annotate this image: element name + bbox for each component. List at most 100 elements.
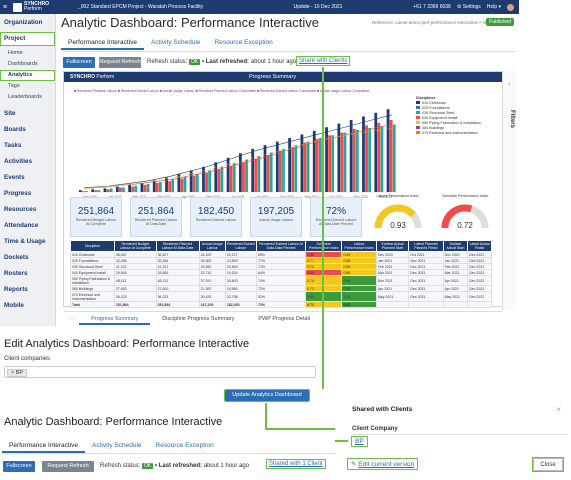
gauge: Labour Performance Index 0.93 xyxy=(368,194,428,239)
gauge-arc: 0.93 xyxy=(374,204,422,230)
sidebar-item-site[interactable]: Site xyxy=(0,106,55,122)
tab-discipline-progress-summary[interactable]: Discipline Progress Summary xyxy=(150,312,246,325)
kpi-card: 197,205 Actual Usage Labour xyxy=(250,197,302,237)
bar xyxy=(254,158,258,192)
bar xyxy=(303,142,307,192)
client-companies-label: Client companies xyxy=(4,356,51,362)
tab-pwp-progress-detail[interactable]: PWP Progress Detail xyxy=(246,312,322,325)
client-company-header: Client Company xyxy=(352,426,398,432)
bar xyxy=(168,181,172,192)
main-tabs-after: Performance Interactive Activity Schedul… xyxy=(2,440,337,454)
gauge-value: 0.93 xyxy=(390,221,406,230)
edit-current-version-link[interactable]: ✎ Edit current version xyxy=(346,458,419,470)
discipline-legend-item[interactable]: 070 Electrical and Instrumentation xyxy=(416,131,500,136)
sidebar-item-time-usage[interactable]: Time & Usage xyxy=(0,234,55,250)
tab-resource-exception[interactable]: Resource Exception xyxy=(149,440,221,453)
table-row: Total 251,864 251,864 197,205 182,450 72% 0.72… xyxy=(70,301,492,308)
bar xyxy=(266,155,270,192)
bar xyxy=(275,141,279,192)
edit-icon: ✎ xyxy=(351,461,357,468)
table-cell: 197,205 xyxy=(198,301,226,308)
close-icon[interactable]: × xyxy=(556,405,561,414)
kpi-card: 251,864 Rendered Budget Labour At Complet… xyxy=(70,197,122,237)
bar xyxy=(337,123,341,192)
sidebar-item-reports[interactable]: Reports xyxy=(0,282,55,298)
request-refresh-button[interactable]: Request Refresh xyxy=(42,461,94,472)
sidebar-item-attendance[interactable]: Attendance xyxy=(0,218,55,234)
sidebar-item-mobile[interactable]: Mobile xyxy=(0,298,55,314)
sidebar-item-project[interactable]: Project xyxy=(0,32,55,46)
collapse-icon[interactable]: ‹ xyxy=(503,82,516,88)
kpi-label: Actual Usage Labour xyxy=(259,218,293,222)
bar xyxy=(263,145,267,192)
table-cell: 74% xyxy=(256,275,307,286)
bar xyxy=(115,186,119,192)
sidebar-item-boards[interactable]: Boards xyxy=(0,122,55,138)
tab-activity-schedule[interactable]: Activity Schedule xyxy=(144,37,208,50)
shared-with-clients-link[interactable]: Shared with 1 Client xyxy=(266,459,326,469)
close-button[interactable]: Close xyxy=(532,457,564,472)
client-companies-field[interactable]: × BP xyxy=(4,366,316,378)
sidebar-item-tags[interactable]: Tags xyxy=(0,81,55,92)
shared-with-clients-modal: Shared with Clients × Client Company BP … xyxy=(346,404,571,480)
bar xyxy=(239,153,242,192)
remove-chip-icon[interactable]: × xyxy=(11,370,14,376)
bar xyxy=(343,132,347,192)
table-cell: 32,798 xyxy=(224,291,258,302)
bar xyxy=(340,132,344,192)
sidebar-item-progress[interactable]: Progress xyxy=(0,186,55,202)
table-cell: 72% xyxy=(256,301,307,308)
help-menu[interactable]: Help ▾ xyxy=(487,4,501,11)
bar xyxy=(146,183,150,192)
bar xyxy=(380,126,384,192)
project-selector[interactable]: _002 Standard EPCM Project - Waratah Pro… xyxy=(78,4,268,10)
avatar[interactable] xyxy=(507,3,514,11)
update-analytics-dashboard-button[interactable]: Update Analytics Dashboard xyxy=(224,389,310,402)
client-company-link[interactable]: BP xyxy=(351,436,368,447)
sidebar-item-tasks[interactable]: Tasks xyxy=(0,138,55,154)
phone-number: +61 7 3369 6038 xyxy=(413,3,451,10)
table-cell: 48,112 xyxy=(113,275,157,286)
table-header: Schedule Performance Index xyxy=(305,240,343,252)
bar xyxy=(389,120,393,192)
sidebar-item-activities[interactable]: Activities xyxy=(0,154,55,170)
sidebar-item-analytics[interactable]: Analytics xyxy=(0,70,55,81)
sidebar-item-events[interactable]: Events xyxy=(0,170,55,186)
table-cell: 1.11 xyxy=(341,291,377,302)
sidebar-item-dashboards[interactable]: Dashboards xyxy=(0,59,55,70)
refresh-status: Refresh status: OK • Last refreshed: abo… xyxy=(100,463,250,469)
bar xyxy=(131,186,135,192)
tab-resource-exception[interactable]: Resource Exception xyxy=(208,37,280,50)
sidebar-item-leaderboards[interactable]: Leaderboards xyxy=(0,92,55,103)
table-cell: 050 Piping Fabrication & Installation xyxy=(70,275,115,286)
sidebar-item-rosters[interactable]: Rosters xyxy=(0,266,55,282)
bar xyxy=(109,188,113,192)
bar xyxy=(282,148,285,192)
table-cell: Dec 2021 xyxy=(467,291,492,302)
request-refresh-button[interactable]: Request Refresh xyxy=(99,57,141,68)
fullscreen-button[interactable]: Fullscreen xyxy=(63,57,95,68)
bar xyxy=(119,187,122,192)
top-bar: ≡ SYNCHRO Perform _002 Standard EPCM Proj… xyxy=(0,0,519,14)
tab-activity-schedule[interactable]: Activity Schedule xyxy=(85,440,149,453)
filters-panel[interactable]: ‹ Filters xyxy=(502,70,516,310)
tab-progress-summary[interactable]: Progress Summary xyxy=(79,312,151,325)
nav-arrows-icon[interactable]: ‹ › xyxy=(64,312,79,325)
update-selector[interactable]: Update - 16 Dec 2021 xyxy=(268,4,368,10)
table-cell xyxy=(375,301,410,308)
client-chip[interactable]: × BP xyxy=(7,369,28,377)
sidebar-item-organization[interactable]: Organization xyxy=(0,16,55,30)
bar xyxy=(349,120,353,192)
synchro-logo[interactable]: SYNCHRO Perform xyxy=(10,2,70,12)
sidebar-item-dockets[interactable]: Dockets xyxy=(0,250,55,266)
menu-icon[interactable]: ≡ xyxy=(0,4,10,11)
tab-performance-interactive[interactable]: Performance Interactive xyxy=(61,37,145,50)
sidebar-item-home[interactable]: Home xyxy=(0,48,55,59)
tab-performance-interactive[interactable]: Performance Interactive xyxy=(2,440,86,453)
settings-menu[interactable]: ⚙ Settings xyxy=(457,4,481,11)
sidebar-item-resources[interactable]: Resources xyxy=(0,202,55,218)
bar xyxy=(257,156,261,192)
table-cell: 0.91 xyxy=(305,291,343,302)
fullscreen-button[interactable]: Fullscreen xyxy=(3,461,35,472)
share-with-clients-link[interactable]: Share with Clients xyxy=(295,56,351,66)
